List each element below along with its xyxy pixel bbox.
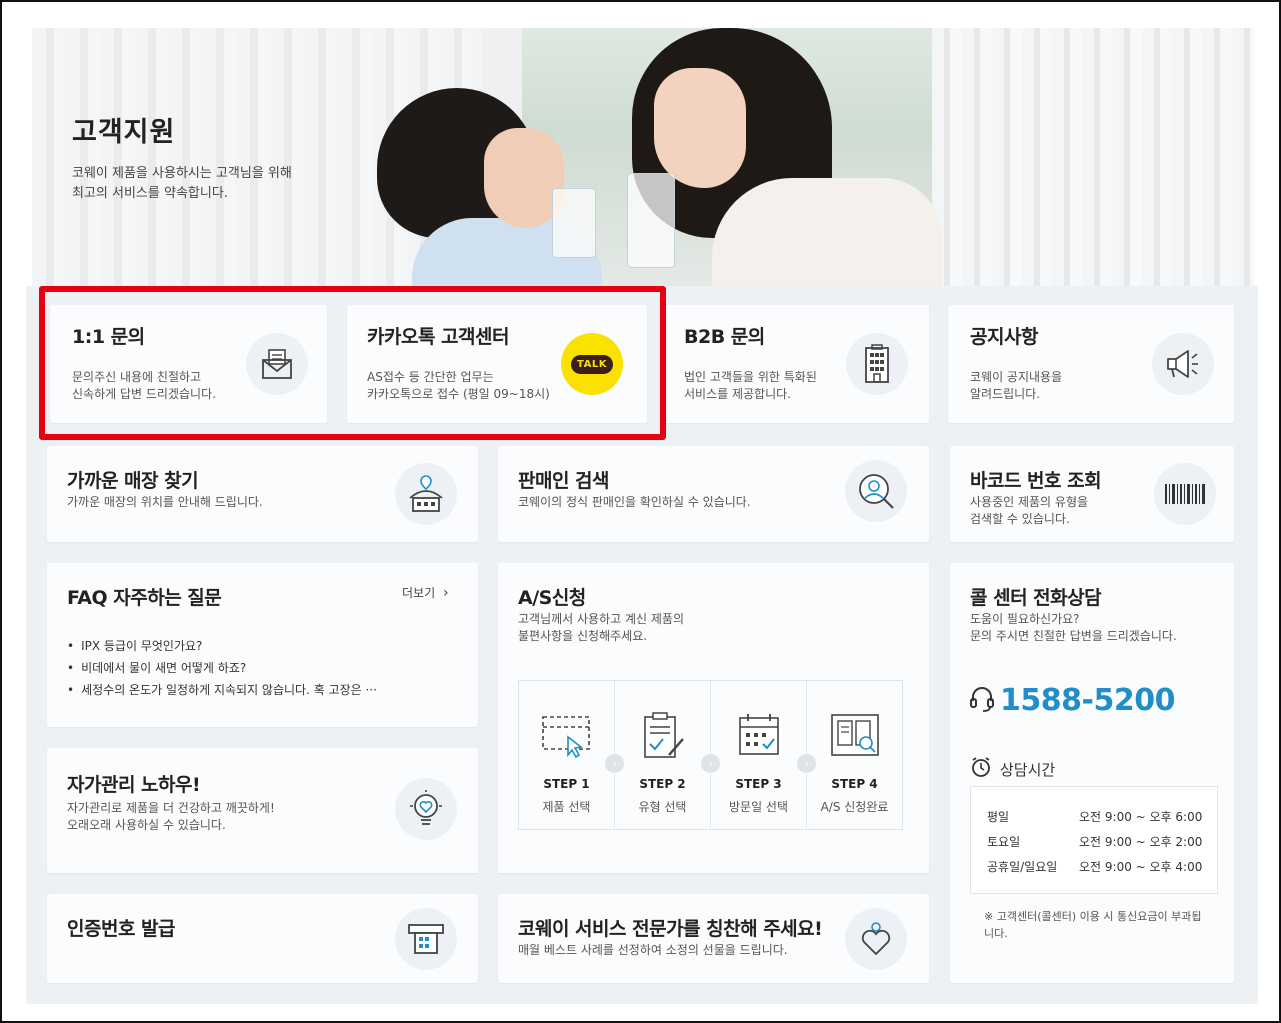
kakao-talk-badge: TALK [571, 354, 613, 374]
card-title: 바코드 번호 조회 [970, 470, 1102, 492]
card-title: 자가관리 노하우! [67, 774, 201, 796]
faq-item[interactable]: 세정수의 온도가 일정하게 지속되지 않습니다. 혹 고장은 ··· [67, 679, 377, 701]
page-title: 고객지원 [72, 117, 176, 148]
card-description: 문의주신 내용에 친절하고 신속하게 답변 드리겠습니다. [72, 370, 216, 401]
card-description: 도움이 필요하신가요? 문의 주시면 친절한 답변을 드리겠습니다. [970, 612, 1177, 643]
building-icon [846, 333, 908, 395]
card-as-request[interactable]: A/S신청 고객님께서 사용하고 계신 제품의 불편사항을 신청해주세요. ST… [498, 563, 929, 873]
faq-list: IPX 등급이 무엇인가요? 비데에서 물이 새면 어떻게 하죠? 세정수의 온… [67, 635, 377, 701]
card-title: 판매인 검색 [518, 470, 610, 492]
as-steps: STEP 1 제품 선택 › STEP 2 유형 선택 › STEP 3 방문일… [518, 680, 903, 830]
card-title: 콜 센터 전화상담 [970, 587, 1102, 609]
hero-photo-glass [552, 188, 596, 258]
faq-more-link[interactable]: 더보기 › [402, 584, 449, 601]
card-title: B2B 문의 [684, 326, 765, 348]
product-select-icon [540, 711, 594, 761]
card-title: A/S신청 [518, 587, 586, 609]
card-b2b-inquiry[interactable]: B2B 문의 법인 고객들을 위한 특화된 서비스를 제공합니다. [664, 305, 929, 423]
as-step-3[interactable]: STEP 3 방문일 선택 › [711, 681, 816, 829]
chevron-right-icon: › [442, 585, 449, 601]
faq-item[interactable]: IPX 등급이 무엇인가요? [67, 635, 377, 657]
form-check-icon [636, 711, 690, 761]
card-description: 자가관리로 제품을 더 건강하고 깨끗하게! 오래오래 사용하실 수 있습니다. [67, 801, 275, 832]
card-faq: FAQ 자주하는 질문 더보기 › IPX 등급이 무엇인가요? 비데에서 물이… [47, 563, 478, 727]
card-title: 가까운 매장 찾기 [67, 470, 199, 492]
call-fee-note: ※ 고객센터(콜센터) 이용 시 통신요금이 부과됩니다. [984, 910, 1202, 940]
hours-heading: 상담시간 [970, 756, 1055, 782]
kakao-talk-icon: TALK [561, 333, 623, 395]
as-step-1[interactable]: STEP 1 제품 선택 › [519, 681, 624, 829]
hero-photo-woman-face [654, 68, 746, 188]
atm-icon [395, 908, 457, 970]
heart-hand-icon [845, 908, 907, 970]
hours-row: 공휴일/일요일 오전 9:00 ~ 오후 4:00 [987, 860, 1203, 874]
card-title: 카카오톡 고객센터 [367, 326, 509, 348]
headset-icon [968, 685, 996, 717]
card-description: 고객님께서 사용하고 계신 제품의 불편사항을 신청해주세요. [518, 612, 685, 643]
hours-row: 토요일 오전 9:00 ~ 오후 2:00 [987, 835, 1203, 849]
card-notice[interactable]: 공지사항 코웨이 공지내용을 알려드립니다. [948, 305, 1234, 423]
store-icon [395, 463, 457, 525]
hero-banner: 고객지원 코웨이 제품을 사용하시는 고객님을 위해 최고의 서비스를 약속합니… [32, 28, 1254, 286]
person-search-icon [845, 460, 907, 522]
card-call-center: 콜 센터 전화상담 도움이 필요하신가요? 문의 주시면 친절한 답변을 드리겠… [950, 563, 1234, 983]
chevron-right-icon: › [797, 754, 816, 773]
alarm-clock-icon [970, 756, 992, 782]
card-description: AS접수 등 간단한 업무는 카카오톡으로 접수 (평일 09~18시) [367, 370, 550, 401]
calendar-icon [732, 711, 786, 761]
hours-table: 평일 오전 9:00 ~ 오후 6:00 토요일 오전 9:00 ~ 오후 2:00… [970, 786, 1218, 894]
phone-number[interactable]: 1588-5200 [968, 683, 1175, 718]
card-title: 공지사항 [970, 326, 1038, 348]
lightbulb-heart-icon [395, 778, 457, 840]
card-selfcare-tips[interactable]: 자가관리 노하우! 자가관리로 제품을 더 건강하고 깨끗하게! 오래오래 사용… [47, 748, 478, 873]
as-step-2[interactable]: STEP 2 유형 선택 › [615, 681, 720, 829]
card-description: 가까운 매장의 위치를 안내해 드립니다. [67, 495, 263, 509]
card-description: 코웨이 공지내용을 알려드립니다. [970, 370, 1063, 401]
card-description: 매월 베스트 사례를 선정하여 소정의 선물을 드립니다. [518, 943, 788, 957]
hero-photo-woman-body [712, 178, 942, 286]
chevron-right-icon: › [701, 754, 720, 773]
card-title: 코웨이 서비스 전문가를 칭찬해 주세요! [518, 918, 823, 940]
faq-item[interactable]: 비데에서 물이 새면 어떻게 하죠? [67, 657, 377, 679]
card-title: 인증번호 발급 [67, 918, 176, 940]
card-seller-search[interactable]: 판매인 검색 코웨이의 정식 판매인을 확인하실 수 있습니다. [498, 446, 929, 542]
barcode-icon [1154, 463, 1216, 525]
envelope-icon [246, 333, 308, 395]
card-auth-code[interactable]: 인증번호 발급 [47, 894, 478, 983]
card-praise-expert[interactable]: 코웨이 서비스 전문가를 칭찬해 주세요! 매월 베스트 사례를 선정하여 소정… [498, 894, 929, 983]
hero-photo-glass [627, 173, 675, 268]
card-title: 1:1 문의 [72, 326, 145, 348]
megaphone-icon [1152, 333, 1214, 395]
card-description: 코웨이의 정식 판매인을 확인하실 수 있습니다. [518, 495, 751, 509]
card-description: 법인 고객들을 위한 특화된 서비스를 제공합니다. [684, 370, 817, 401]
card-description: 사용중인 제품의 유형을 검색할 수 있습니다. [970, 495, 1089, 526]
hero-curtain-right [932, 28, 1254, 286]
hero-description: 코웨이 제품을 사용하시는 고객님을 위해 최고의 서비스를 약속합니다. [72, 166, 292, 201]
card-barcode-lookup[interactable]: 바코드 번호 조회 사용중인 제품의 유형을 검색할 수 있습니다. [950, 446, 1234, 542]
as-step-4[interactable]: STEP 4 A/S 신청완료 [807, 681, 902, 829]
card-one-to-one-inquiry[interactable]: 1:1 문의 문의주신 내용에 친절하고 신속하게 답변 드리겠습니다. [50, 305, 327, 423]
document-complete-icon [828, 711, 882, 761]
faq-title: FAQ 자주하는 질문 [67, 587, 222, 609]
card-find-store[interactable]: 가까운 매장 찾기 가까운 매장의 위치를 안내해 드립니다. [47, 446, 478, 542]
chevron-right-icon: › [605, 754, 624, 773]
hours-row: 평일 오전 9:00 ~ 오후 6:00 [987, 810, 1203, 824]
card-kakaotalk-center[interactable]: 카카오톡 고객센터 AS접수 등 간단한 업무는 카카오톡으로 접수 (평일 0… [347, 305, 647, 423]
